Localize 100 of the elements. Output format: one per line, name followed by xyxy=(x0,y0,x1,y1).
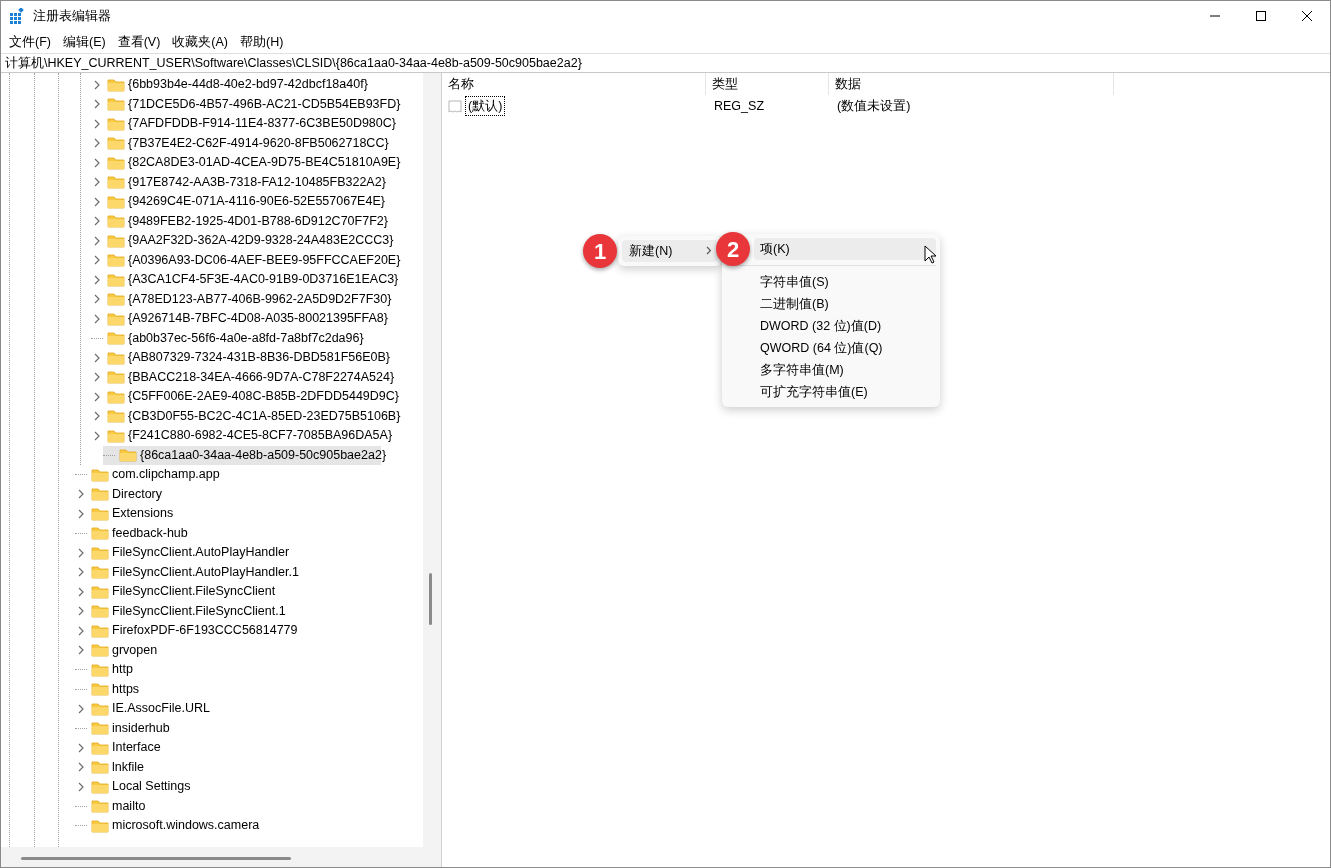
folder-icon xyxy=(107,311,125,326)
folder-icon xyxy=(91,545,109,560)
tree-item[interactable]: IE.AssocFile.URL xyxy=(109,699,213,719)
tree-item[interactable]: insiderhub xyxy=(109,718,173,738)
tree-item[interactable]: {F241C880-6982-4CE5-8CF7-7085BA96DA5A} xyxy=(125,426,396,446)
folder-icon xyxy=(107,389,125,404)
folder-icon xyxy=(107,370,125,385)
tree-item[interactable]: mailto xyxy=(109,796,149,816)
menu-item[interactable]: 新建(N) xyxy=(622,240,718,262)
folder-icon xyxy=(107,175,125,190)
mouse-pointer-icon xyxy=(924,245,936,264)
folder-icon xyxy=(107,214,125,229)
tree-item[interactable]: {71DCE5D6-4B57-496B-AC21-CD5B54EB93FD} xyxy=(125,94,404,114)
tree-item[interactable]: {6bb93b4e-44d8-40e2-bd97-42dbcf18a40f} xyxy=(125,75,371,95)
tree-item[interactable]: {7B37E4E2-C62F-4914-9620-8FB5062718CC} xyxy=(125,133,392,153)
menu-item[interactable]: 项(K) xyxy=(754,238,936,260)
folder-icon xyxy=(91,721,109,736)
folder-icon xyxy=(107,331,125,346)
horizontal-scrollbar[interactable] xyxy=(1,847,441,867)
value-data: (数值未设置) xyxy=(836,97,911,115)
menu-item[interactable]: 可扩充字符串值(E) xyxy=(754,381,936,403)
close-icon xyxy=(1302,11,1312,21)
tree-item[interactable]: {7AFDFDDB-F914-11E4-8377-6C3BE50D980C} xyxy=(125,114,399,134)
tree-item[interactable]: {AB807329-7324-431B-8B36-DBD581F56E0B} xyxy=(125,348,393,368)
folder-icon xyxy=(91,799,109,814)
tree-item[interactable]: FileSyncClient.AutoPlayHandler xyxy=(109,543,293,563)
callout-number: 1 xyxy=(583,234,617,268)
registry-editor-icon xyxy=(9,8,25,24)
window-title: 注册表编辑器 xyxy=(33,7,111,25)
tree-item[interactable]: {94269C4E-071A-4116-90E6-52E557067E4E} xyxy=(125,192,388,212)
folder-icon xyxy=(107,409,125,424)
tree-item[interactable]: lnkfile xyxy=(109,757,147,777)
tree-item[interactable]: {ab0b37ec-56f6-4a0e-a8fd-7a8bf7c2da96} xyxy=(125,328,367,348)
folder-icon xyxy=(91,643,109,658)
folder-icon xyxy=(107,428,125,443)
folder-icon xyxy=(91,760,109,775)
tree-item[interactable]: FileSyncClient.FileSyncClient.1 xyxy=(109,601,289,621)
tree-item[interactable]: {9AA2F32D-362A-42D9-9328-24A483E2CCC3} xyxy=(125,231,397,251)
folder-icon xyxy=(91,701,109,716)
folder-icon xyxy=(107,253,125,268)
menu-item[interactable]: 多字符串值(M) xyxy=(754,359,936,381)
folder-icon xyxy=(91,565,109,580)
tree-item[interactable]: com.clipchamp.app xyxy=(109,465,223,485)
tree-item[interactable]: {917E8742-AA3B-7318-FA12-10485FB322A2} xyxy=(125,172,389,192)
tree-item[interactable]: {9489FEB2-1925-4D01-B788-6D912C70F7F2} xyxy=(125,211,391,231)
tree-item[interactable]: Interface xyxy=(109,738,164,758)
menu-item[interactable]: 编辑(E) xyxy=(56,31,112,53)
tree-item[interactable]: {BBACC218-34EA-4666-9D7A-C78F2274A524} xyxy=(125,367,398,387)
folder-icon xyxy=(91,662,109,677)
tree-item[interactable]: FirefoxPDF-6F193CCC56814779 xyxy=(109,621,301,641)
menu-item[interactable]: 帮助(H) xyxy=(234,31,290,53)
tree-item[interactable]: {A3CA1CF4-5F3E-4AC0-91B9-0D3716E1EAC3} xyxy=(125,270,402,290)
menu-item[interactable]: 文件(F) xyxy=(3,31,57,53)
tree-item[interactable]: grvopen xyxy=(109,640,161,660)
menu-item[interactable]: 收藏夹(A) xyxy=(166,31,234,53)
address-bar[interactable]: 计算机\HKEY_CURRENT_USER\Software\Classes\CLSID\{86ca1aa0-34aa-4e8b-a509-50c905bae2a2} xyxy=(1,53,1330,73)
menu-item[interactable]: DWORD (32 位)值(D) xyxy=(754,315,936,337)
menu-item[interactable]: 二进制值(B) xyxy=(754,293,936,315)
folder-icon xyxy=(91,584,109,599)
folder-icon xyxy=(91,740,109,755)
folder-icon xyxy=(91,604,109,619)
tree-item[interactable]: http xyxy=(109,660,136,680)
folder-icon xyxy=(107,194,125,209)
folder-icon xyxy=(107,292,125,307)
menu-item[interactable]: 查看(V) xyxy=(111,31,167,53)
tree-item[interactable]: Directory xyxy=(109,484,165,504)
tree-item[interactable]: {C5FF006E-2AE9-408C-B85B-2DFDD5449D9C} xyxy=(125,387,402,407)
tree-item[interactable]: FileSyncClient.AutoPlayHandler.1 xyxy=(109,562,302,582)
folder-icon xyxy=(91,506,109,521)
tree-item[interactable]: {CB3D0F55-BC2C-4C1A-85ED-23ED75B5106B} xyxy=(125,406,404,426)
tree-item[interactable]: https xyxy=(109,679,143,699)
folder-icon xyxy=(91,818,109,833)
folder-icon xyxy=(91,467,109,482)
menu-item[interactable]: QWORD (64 位)值(Q) xyxy=(754,337,936,359)
folder-icon xyxy=(91,487,109,502)
tree-item[interactable]: Local Settings xyxy=(109,777,194,797)
tree-item[interactable]: {A926714B-7BFC-4D08-A035-80021395FFA8} xyxy=(125,309,391,329)
folder-icon xyxy=(107,155,125,170)
value-type: REG_SZ xyxy=(713,97,765,115)
tree-item[interactable]: feedback-hub xyxy=(109,523,191,543)
value-name[interactable]: (默认) xyxy=(466,96,505,116)
folder-icon xyxy=(119,448,137,463)
tree-item[interactable]: {A0396A93-DC06-4AEF-BEE9-95FFCCAEF20E} xyxy=(125,250,404,270)
folder-icon xyxy=(107,272,125,287)
tree-item[interactable]: microsoft.windows.camera xyxy=(109,816,263,836)
menu-item[interactable]: 字符串值(S) xyxy=(754,271,936,293)
tree-item[interactable]: Extensions xyxy=(109,504,177,524)
folder-icon xyxy=(107,77,125,92)
tree-item[interactable]: {82CA8DE3-01AD-4CEA-9D75-BE4C51810A9E} xyxy=(125,153,404,173)
folder-icon xyxy=(91,779,109,794)
tree-item[interactable]: FileSyncClient.FileSyncClient xyxy=(109,582,279,602)
folder-icon xyxy=(91,623,109,638)
tree-item[interactable]: {A78ED123-AB77-406B-9962-2A5D9D2F7F30} xyxy=(125,289,395,309)
folder-icon xyxy=(91,526,109,541)
folder-icon xyxy=(107,350,125,365)
folder-icon xyxy=(107,136,125,151)
folder-icon xyxy=(107,97,125,112)
vertical-scrollbar[interactable] xyxy=(423,73,441,847)
folder-icon xyxy=(107,116,125,131)
folder-icon xyxy=(107,233,125,248)
